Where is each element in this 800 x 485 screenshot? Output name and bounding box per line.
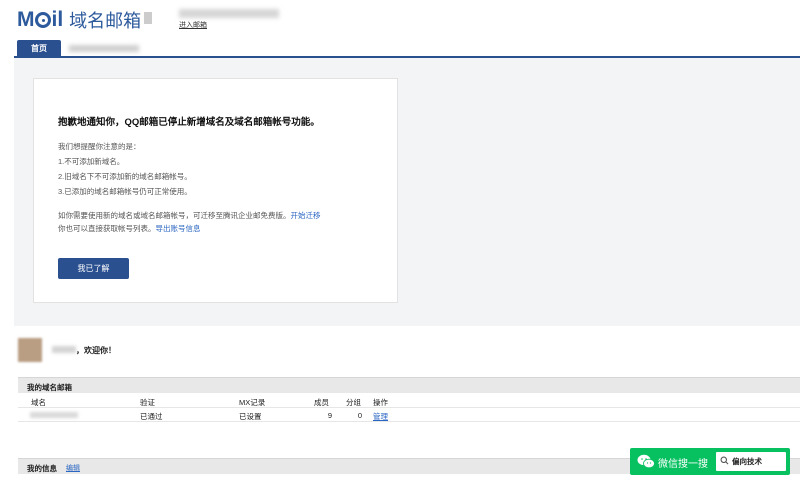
edit-info-link[interactable]: 编辑 (66, 463, 80, 473)
table-row: 已通过 已设置 9 0 管理 (18, 408, 800, 422)
wechat-icon (637, 454, 655, 469)
notice-list: 我们想提醒你注意的是： 1.不可添加新域名。 2.旧域名下不可添加新的域名邮箱帐… (58, 139, 192, 199)
logo-brand-o (34, 12, 51, 28)
notice-title: 抱歉地通知你，QQ邮箱已停止新增域名及域名邮箱帐号功能。 (58, 117, 320, 128)
account-name (179, 9, 279, 18)
info-section-title: 我的信息 (27, 464, 57, 473)
notice-area: 抱歉地通知你，QQ邮箱已停止新增域名及域名邮箱帐号功能。 我们想提醒你注意的是：… (14, 58, 800, 326)
app-logo[interactable]: Mil 域名邮箱 (17, 8, 153, 32)
logo-brand-il: il (51, 8, 64, 31)
col-mx: MX记录 (239, 398, 266, 407)
col-verify: 验证 (140, 398, 155, 407)
mx-status: 已设置 (239, 412, 262, 421)
domains-section-title: 我的域名邮箱 (27, 383, 72, 392)
export-text: 你也可以直接获取帐号列表。 (58, 224, 156, 233)
member-count: 9 (327, 411, 332, 420)
tab-bar: 首页 (17, 40, 147, 57)
domains-table: 域名 验证 MX记录 成员 分组 操作 已通过 已设置 9 0 管理 (18, 394, 800, 422)
tab-home[interactable]: 首页 (17, 40, 61, 57)
logo-title: 域名邮箱 (69, 11, 142, 32)
notice-item: 2.旧域名下不可添加新的域名邮箱帐号。 (58, 172, 192, 181)
migrate-text: 如你需要使用新的域名或域名邮箱帐号，可迁移至腾讯企业邮免费版。 (58, 211, 291, 220)
enter-mailbox-link[interactable]: 进入邮箱 (179, 20, 207, 30)
logo-badge (144, 12, 153, 24)
col-action: 操作 (373, 398, 388, 407)
table-header-row: 域名 验证 MX记录 成员 分组 操作 (18, 394, 800, 408)
notice-extra: 如你需要使用新的域名或域名邮箱帐号，可迁移至腾讯企业邮免费版。开始迁移 你也可以… (58, 209, 321, 235)
watermark-text: 微信搜一搜 (658, 459, 708, 470)
welcome-text: ，欢迎你！ (76, 346, 116, 355)
domain-name (30, 412, 78, 418)
search-icon (720, 456, 729, 465)
domains-section-header: 我的域名邮箱 (18, 377, 800, 393)
header: Mil 域名邮箱 进入邮箱 首页 (0, 0, 800, 58)
watermark-search-text: 偏向技术 (732, 457, 762, 466)
col-domain: 域名 (31, 398, 46, 407)
notice-item: 1.不可添加新域名。 (58, 157, 125, 166)
migrate-link[interactable]: 开始迁移 (291, 211, 321, 220)
logo-brand-m: M (17, 8, 34, 31)
watermark-search-box: 偏向技术 (716, 452, 786, 471)
wechat-search-watermark: 微信搜一搜 偏向技术 (630, 448, 790, 475)
col-members: 成员 (314, 398, 329, 407)
acknowledge-button[interactable]: 我已了解 (58, 258, 129, 279)
export-link[interactable]: 导出账号信息 (156, 224, 201, 233)
avatar (18, 338, 42, 362)
manage-link[interactable]: 管理 (373, 411, 388, 422)
tab-account[interactable] (63, 40, 147, 57)
notice-intro: 我们想提醒你注意的是： (58, 142, 141, 151)
user-name (52, 346, 76, 353)
notice-card: 抱歉地通知你，QQ邮箱已停止新增域名及域名邮箱帐号功能。 我们想提醒你注意的是：… (33, 78, 398, 303)
col-groups: 分组 (346, 398, 361, 407)
notice-item: 3.已添加的域名邮箱帐号仍可正常使用。 (58, 187, 192, 196)
verify-status: 已通过 (140, 412, 163, 421)
group-count: 0 (357, 411, 362, 420)
